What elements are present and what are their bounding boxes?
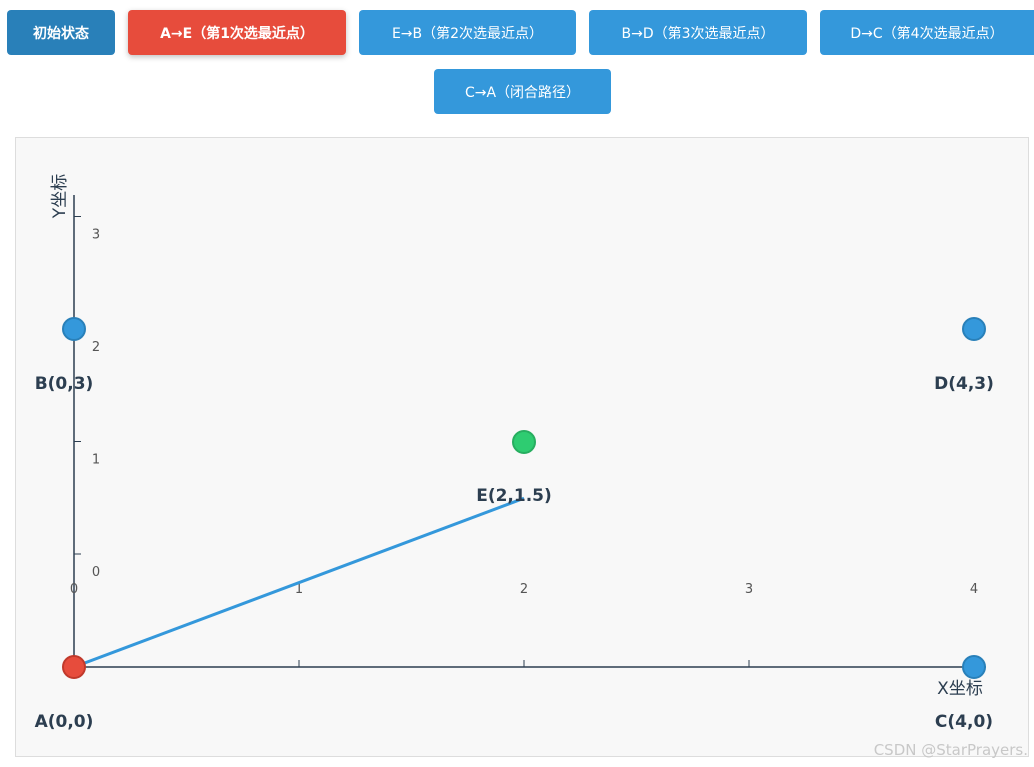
- step-a-to-e-button[interactable]: A→E（第1次选最近点）: [128, 10, 346, 55]
- point-label-a: A(0,0): [35, 712, 94, 732]
- point-b: [62, 317, 86, 341]
- step-e-to-b-button[interactable]: E→B（第2次选最近点）: [359, 10, 576, 55]
- y-axis-title: Y坐标: [50, 174, 70, 219]
- x-tick-label: 4: [970, 582, 978, 597]
- step-b-to-d-button[interactable]: B→D（第3次选最近点）: [589, 10, 807, 55]
- point-a: [62, 655, 86, 679]
- x-tick-label: 2: [520, 582, 528, 597]
- x-tick-label: 3: [745, 582, 753, 597]
- point-e: [512, 430, 536, 454]
- point-label-d: D(4,3): [934, 374, 994, 394]
- coordinate-plot: 0 1 2 3 40123X坐标Y坐标A(0,0)B(0,3)C(4,0)D(4,3)E…: [35, 174, 994, 732]
- y-tick-label: 3: [92, 228, 100, 243]
- y-tick-label: 1: [92, 453, 100, 468]
- point-label-e: E(2,1.5): [476, 486, 552, 506]
- watermark: CSDN @StarPrayers.: [873, 741, 1028, 759]
- path-canvas: 0 1 2 3 4 0 1 2 3 X坐标 Y坐标 A(0,0) B(0,3) C(4,0) D(4,3) E…: [15, 137, 1029, 757]
- step-c-to-a-button[interactable]: C→A（闭合路径）: [434, 69, 611, 114]
- step-d-to-c-button[interactable]: D→C（第4次选最近点）: [820, 10, 1034, 55]
- y-tick-label: 2: [92, 340, 100, 355]
- path-segment-a-e: [73, 496, 525, 669]
- point-label-c: C(4,0): [935, 712, 993, 732]
- x-tick-label: 0: [70, 582, 78, 597]
- point-label-b: B(0,3): [35, 374, 94, 394]
- y-tick-label: 0: [92, 565, 100, 580]
- initial-state-button[interactable]: 初始状态: [7, 10, 115, 55]
- point-c: [962, 655, 986, 679]
- point-d: [962, 317, 986, 341]
- x-axis-title: X坐标: [937, 679, 983, 699]
